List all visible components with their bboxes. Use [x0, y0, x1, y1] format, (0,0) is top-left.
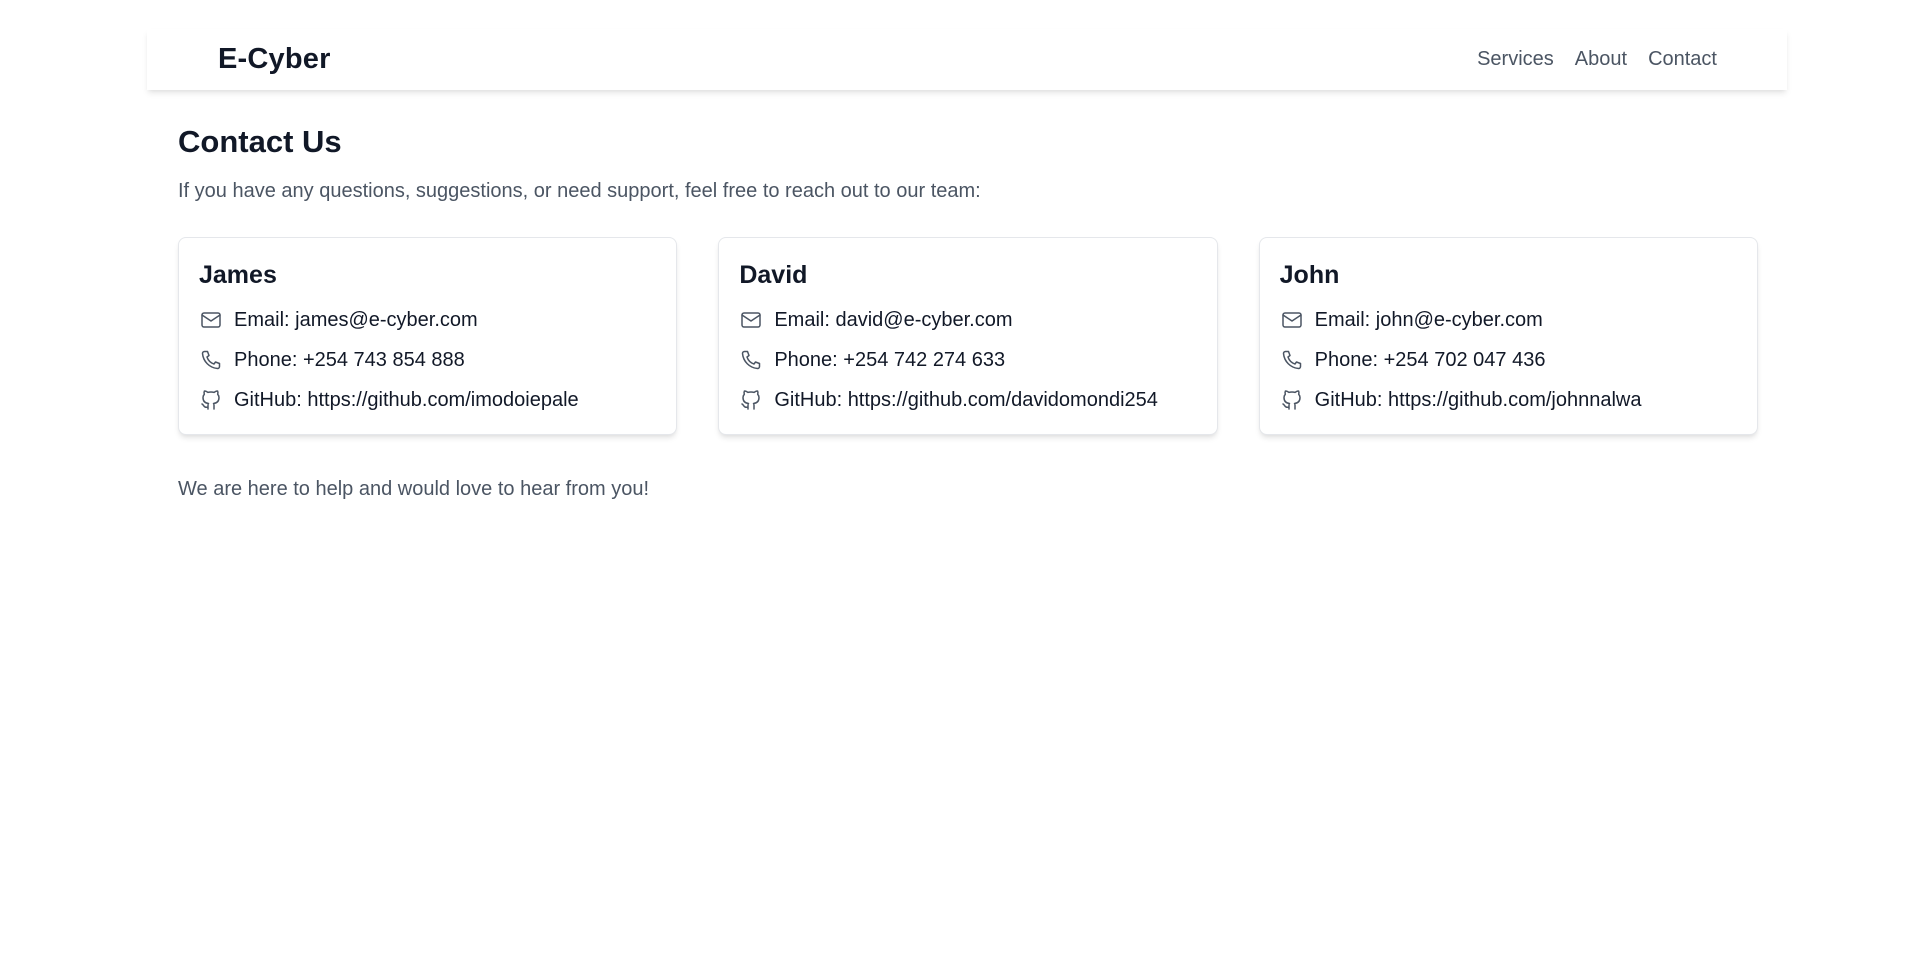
github-row: GitHub: https://github.com/imodoiepale	[199, 380, 656, 420]
phone-link[interactable]: +254 742 274 633	[843, 349, 1005, 371]
github-link[interactable]: https://github.com/davidomondi254	[848, 389, 1158, 411]
contact-name: John	[1279, 261, 1340, 289]
nav-link-contact[interactable]: Contact	[1648, 48, 1717, 71]
github-link[interactable]: https://github.com/johnnalwa	[1388, 389, 1642, 411]
email-label: Email: james@e-cyber.com	[234, 308, 478, 331]
phone-icon	[739, 348, 763, 372]
brand-logo[interactable]: E-Cyber	[218, 43, 331, 76]
email-link[interactable]: david@e-cyber.com	[835, 309, 1012, 331]
github-icon	[739, 388, 763, 412]
phone-row: Phone: +254 702 047 436	[1280, 340, 1737, 380]
email-row: Email: john@e-cyber.com	[1280, 300, 1737, 340]
page-title: Contact Us	[178, 124, 342, 159]
outro-text: We are here to help and would love to he…	[178, 478, 650, 500]
phone-icon	[199, 348, 223, 372]
phone-icon	[1280, 348, 1304, 372]
nav-link-about[interactable]: About	[1575, 48, 1627, 71]
mail-icon	[739, 308, 763, 332]
phone-row: Phone: +254 743 854 888	[199, 340, 656, 380]
phone-row: Phone: +254 742 274 633	[739, 340, 1196, 380]
email-label: Email: john@e-cyber.com	[1314, 308, 1543, 331]
email-label: Email: david@e-cyber.com	[774, 308, 1013, 331]
github-label: GitHub: https://github.com/johnnalwa	[1314, 388, 1642, 411]
page: E-Cyber Services About Contact Contact U…	[0, 0, 1920, 970]
github-label: GitHub: https://github.com/imodoiepale	[234, 388, 579, 411]
top-navbar: E-Cyber Services About Contact	[147, 29, 1787, 90]
github-link[interactable]: https://github.com/imodoiepale	[307, 389, 578, 411]
contact-card-james: James Email: james@e-cyber.com Phone: +2…	[178, 237, 678, 435]
email-row: Email: david@e-cyber.com	[739, 300, 1196, 340]
phone-label: Phone: +254 702 047 436	[1314, 348, 1546, 371]
email-link[interactable]: john@e-cyber.com	[1376, 309, 1543, 331]
phone-label: Phone: +254 742 274 633	[774, 348, 1006, 371]
github-row: GitHub: https://github.com/davidomondi25…	[739, 380, 1196, 420]
contact-card-david: David Email: david@e-cyber.com Phone: +2…	[718, 237, 1218, 435]
phone-label: Phone: +254 743 854 888	[234, 348, 465, 371]
nav-link-services[interactable]: Services	[1477, 48, 1554, 71]
mail-icon	[1280, 308, 1304, 332]
github-row: GitHub: https://github.com/johnnalwa	[1280, 380, 1737, 420]
contact-name: David	[739, 261, 808, 289]
phone-link[interactable]: +254 702 047 436	[1384, 349, 1546, 371]
email-row: Email: james@e-cyber.com	[199, 300, 656, 340]
contact-card-john: John Email: john@e-cyber.com Phone: +254…	[1258, 237, 1758, 435]
mail-icon	[199, 308, 223, 332]
contact-name: James	[199, 261, 277, 289]
intro-text: If you have any questions, suggestions, …	[178, 180, 981, 202]
contact-cards: James Email: james@e-cyber.com Phone: +2…	[178, 237, 1758, 435]
main-content: Contact Us If you have any questions, su…	[178, 120, 1758, 503]
nav-links: Services About Contact	[1477, 48, 1717, 71]
email-link[interactable]: james@e-cyber.com	[295, 309, 478, 331]
github-icon	[199, 388, 223, 412]
phone-link[interactable]: +254 743 854 888	[303, 349, 465, 371]
github-icon	[1280, 388, 1304, 412]
github-label: GitHub: https://github.com/davidomondi25…	[774, 388, 1158, 411]
